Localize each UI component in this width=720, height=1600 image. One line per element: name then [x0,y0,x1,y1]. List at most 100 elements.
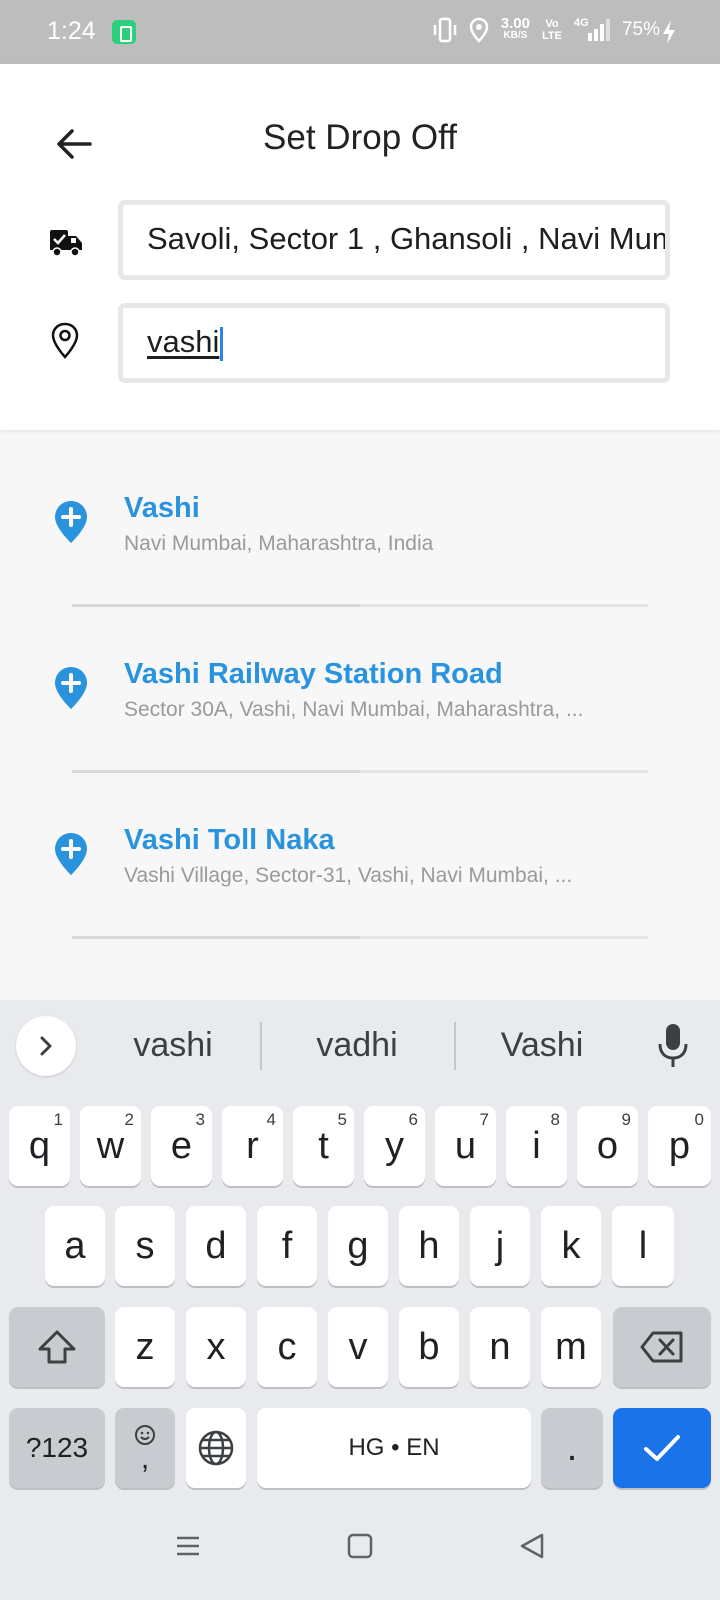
add-location-icon [55,501,87,543]
result-item[interactable]: Vashi Railway Station Road Sector 30A, V… [0,646,720,806]
chevron-right-icon [40,1036,52,1056]
key-j[interactable]: j [470,1206,530,1286]
emoji-comma-key[interactable]: , [115,1408,175,1488]
status-icons: 3.00 KB/S Vo LTE 4G 75% [433,16,660,43]
key-digit: 9 [621,1110,631,1129]
key-s[interactable]: s [115,1206,175,1286]
key-m[interactable]: m [541,1307,601,1387]
key-label: b [418,1325,440,1368]
delivery-truck-icon [50,230,82,257]
result-title: Vashi [124,492,200,524]
drop-off-input[interactable]: vashi [118,303,670,383]
volte-indicator: Vo LTE [541,18,562,42]
key-label: r [246,1124,259,1167]
charging-icon [663,20,675,44]
battery-level: 75% [621,19,660,40]
key-label: m [555,1325,587,1368]
expand-toolbar-button[interactable] [16,1016,76,1076]
symbols-key[interactable]: ?123 [9,1408,105,1488]
divider [72,604,648,607]
key-v[interactable]: v [328,1307,388,1387]
key-i[interactable]: i8 [506,1106,567,1186]
header: Set Drop Off Savoli, Sector 1 , Ghansoli… [0,64,720,430]
key-label: i [532,1124,541,1167]
menu-icon [177,1536,199,1556]
home-button[interactable] [340,1526,380,1566]
key-label: c [277,1325,297,1368]
key-digit: 8 [550,1110,560,1129]
suggestion-word[interactable]: Vashi [457,1026,627,1065]
result-item[interactable]: Vashi Toll Naka Vashi Village, Sector-31… [0,812,720,972]
key-label: k [561,1224,581,1267]
key-label: g [347,1224,369,1267]
result-title: Vashi Railway Station Road [124,658,503,690]
key-q[interactable]: q1 [9,1106,70,1186]
key-f[interactable]: f [257,1206,317,1286]
key-z[interactable]: z [115,1307,175,1387]
shift-icon [38,1330,76,1364]
key-r[interactable]: r4 [222,1106,283,1186]
drop-off-text: vashi [147,324,220,359]
key-digit: 0 [694,1110,704,1129]
key-e[interactable]: e3 [151,1106,212,1186]
recent-apps-button[interactable] [168,1526,208,1566]
key-label: f [281,1224,293,1267]
status-bar: 1:24 3.00 KB/S Vo LTE 4G 75% [0,0,720,64]
key-u[interactable]: u7 [435,1106,496,1186]
key-label: . [566,1426,578,1469]
drop-off-input-value: vashi [147,324,224,361]
key-label: p [668,1124,691,1167]
key-h[interactable]: h [399,1206,459,1286]
suggestion-word[interactable]: vadhi [272,1026,442,1065]
key-label: a [64,1224,86,1267]
suggestion-word[interactable]: vashi [88,1026,258,1065]
key-label: w [96,1124,125,1167]
key-y[interactable]: y6 [364,1106,425,1186]
key-x[interactable]: x [186,1307,246,1387]
shift-key[interactable] [9,1307,105,1387]
key-n[interactable]: n [470,1307,530,1387]
result-item[interactable]: Vashi Navi Mumbai, Maharashtra, India [0,480,720,640]
result-title: Vashi Toll Naka [124,824,335,856]
key-o[interactable]: o9 [577,1106,638,1186]
network-speed-unit: KB/S [503,30,528,41]
period-key[interactable]: . [541,1408,603,1488]
checkmark-icon [644,1435,680,1461]
location-pin-icon [51,322,79,359]
key-label: s [135,1224,155,1267]
system-navigation-bar [0,1490,720,1600]
space-key[interactable]: HG • EN [257,1408,531,1488]
signal-indicator: 4G [574,17,610,43]
key-digit: 5 [337,1110,347,1129]
key-label: x [206,1325,226,1368]
pickup-field[interactable]: Savoli, Sector 1 , Ghansoli , Navi Mumba… [118,200,670,280]
key-l[interactable]: l [612,1206,674,1286]
result-subtitle: Sector 30A, Vashi, Navi Mumbai, Maharash… [124,698,584,721]
key-a[interactable]: a [45,1206,105,1286]
key-label: ?123 [25,1432,89,1463]
page-title: Set Drop Off [263,118,457,157]
key-k[interactable]: k [541,1206,601,1286]
location-icon [469,17,489,43]
result-subtitle: Vashi Village, Sector-31, Vashi, Navi Mu… [124,864,573,887]
key-b[interactable]: b [399,1307,459,1387]
backspace-key[interactable] [613,1307,711,1387]
add-location-icon [55,833,87,875]
key-p[interactable]: p0 [648,1106,711,1186]
key-t[interactable]: t5 [293,1106,354,1186]
divider [72,770,648,773]
key-c[interactable]: c [257,1307,317,1387]
key-label: j [495,1224,505,1267]
key-d[interactable]: d [186,1206,246,1286]
language-key[interactable] [186,1408,246,1488]
key-digit: 3 [195,1110,205,1129]
back-nav-button[interactable] [512,1526,552,1566]
key-g[interactable]: g [328,1206,388,1286]
battery-saver-icon [112,20,136,44]
key-w[interactable]: w2 [80,1106,141,1186]
microphone-icon[interactable] [656,1022,690,1070]
key-digit: 1 [53,1110,63,1129]
suggestion-bar: vashi vadhi Vashi [0,1000,720,1096]
enter-key[interactable] [613,1408,711,1488]
divider [72,936,648,939]
